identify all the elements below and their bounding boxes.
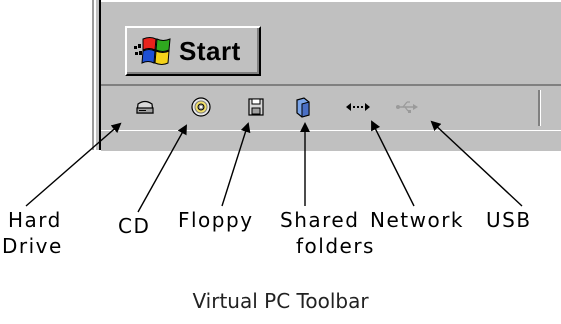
label-shared-line2: folders xyxy=(296,234,375,258)
virtual-pc-screen: Start xyxy=(92,0,561,151)
network-icon[interactable] xyxy=(344,96,372,118)
label-cd: CD xyxy=(118,214,151,238)
shared-folders-icon[interactable] xyxy=(292,96,314,118)
label-hard-drive-line1: Hard xyxy=(8,208,62,232)
figure-caption: Virtual PC Toolbar xyxy=(192,289,369,313)
label-usb: USB xyxy=(486,208,532,232)
status-divider xyxy=(538,90,540,126)
start-button[interactable]: Start xyxy=(125,26,261,76)
start-button-label: Start xyxy=(179,35,241,66)
hard-drive-icon[interactable] xyxy=(134,96,156,118)
label-hard-drive-line2: Drive xyxy=(2,234,63,258)
status-bar xyxy=(101,84,561,130)
taskbar: Start xyxy=(101,0,561,84)
label-shared-line1: Shared xyxy=(280,208,360,232)
status-bar-bottom xyxy=(101,130,561,151)
usb-icon[interactable] xyxy=(394,96,420,118)
cd-icon[interactable] xyxy=(190,96,212,118)
floppy-icon[interactable] xyxy=(245,96,267,118)
label-network: Network xyxy=(370,208,465,232)
windows-logo-icon xyxy=(134,37,171,65)
label-floppy: Floppy xyxy=(178,208,254,232)
